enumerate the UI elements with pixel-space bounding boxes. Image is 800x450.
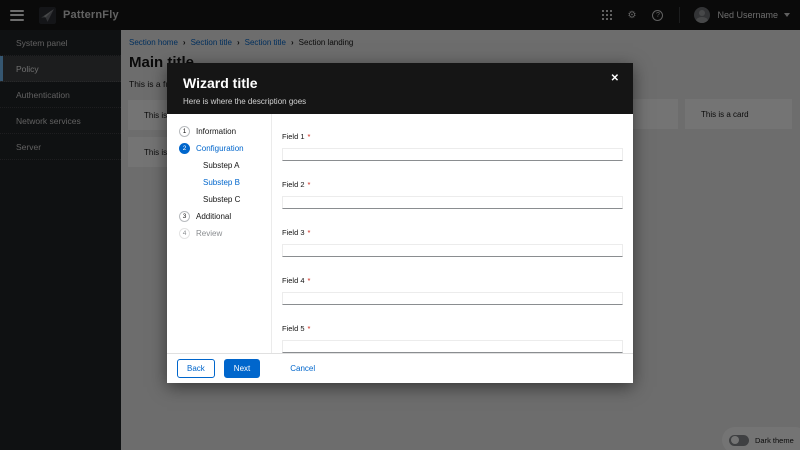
wizard-step-configuration[interactable]: 2 Configuration	[167, 140, 271, 157]
wizard-form: Field 1* Field 2* Field 3* Field 4* Fiel…	[272, 114, 633, 353]
step-number: 4	[179, 228, 190, 239]
field-1-label: Field 1	[282, 132, 305, 141]
field-3-label: Field 3	[282, 228, 305, 237]
close-icon[interactable]: ✕	[611, 74, 619, 84]
wizard-body: 1 Information 2 Configuration Substep A …	[167, 114, 633, 353]
wizard-title: Wizard title	[183, 75, 617, 91]
field-4-input[interactable]	[282, 292, 623, 305]
field-2-label: Field 2	[282, 180, 305, 189]
wizard-substep-a[interactable]: Substep A	[167, 157, 271, 174]
form-group: Field 1*	[282, 126, 623, 161]
wizard-substep-b[interactable]: Substep B	[167, 174, 271, 191]
wizard-modal: Wizard title Here is where the descripti…	[167, 63, 633, 383]
field-1-input[interactable]	[282, 148, 623, 161]
step-number: 2	[179, 143, 190, 154]
wizard-nav: 1 Information 2 Configuration Substep A …	[167, 114, 272, 353]
wizard-step-additional[interactable]: 3 Additional	[167, 208, 271, 225]
required-indicator: *	[308, 228, 311, 237]
step-label: Substep A	[203, 161, 239, 170]
required-indicator: *	[308, 180, 311, 189]
wizard-substep-c[interactable]: Substep C	[167, 191, 271, 208]
back-button[interactable]: Back	[177, 359, 215, 378]
required-indicator: *	[308, 324, 311, 333]
wizard-description: Here is where the description goes	[183, 97, 617, 106]
wizard-step-review[interactable]: 4 Review	[167, 225, 271, 242]
wizard-footer: Back Next Cancel	[167, 353, 633, 383]
next-button[interactable]: Next	[224, 359, 260, 378]
step-number: 3	[179, 211, 190, 222]
field-4-label: Field 4	[282, 276, 305, 285]
app-window: PatternFly ⚙ ? Ned Username	[0, 0, 800, 450]
form-group: Field 4*	[282, 270, 623, 305]
required-indicator: *	[308, 276, 311, 285]
step-label: Configuration	[196, 144, 244, 153]
step-label: Information	[196, 127, 236, 136]
wizard-step-information[interactable]: 1 Information	[167, 123, 271, 140]
field-2-input[interactable]	[282, 196, 623, 209]
form-group: Field 2*	[282, 174, 623, 209]
field-5-label: Field 5	[282, 324, 305, 333]
step-label: Review	[196, 229, 222, 238]
step-number: 1	[179, 126, 190, 137]
wizard-header: Wizard title Here is where the descripti…	[167, 63, 633, 114]
step-label: Substep C	[203, 195, 240, 204]
step-label: Additional	[196, 212, 231, 221]
form-group: Field 3*	[282, 222, 623, 257]
form-group: Field 5*	[282, 318, 623, 353]
step-label: Substep B	[203, 178, 240, 187]
required-indicator: *	[308, 132, 311, 141]
cancel-button[interactable]: Cancel	[288, 360, 317, 377]
field-3-input[interactable]	[282, 244, 623, 257]
field-5-input[interactable]	[282, 340, 623, 353]
